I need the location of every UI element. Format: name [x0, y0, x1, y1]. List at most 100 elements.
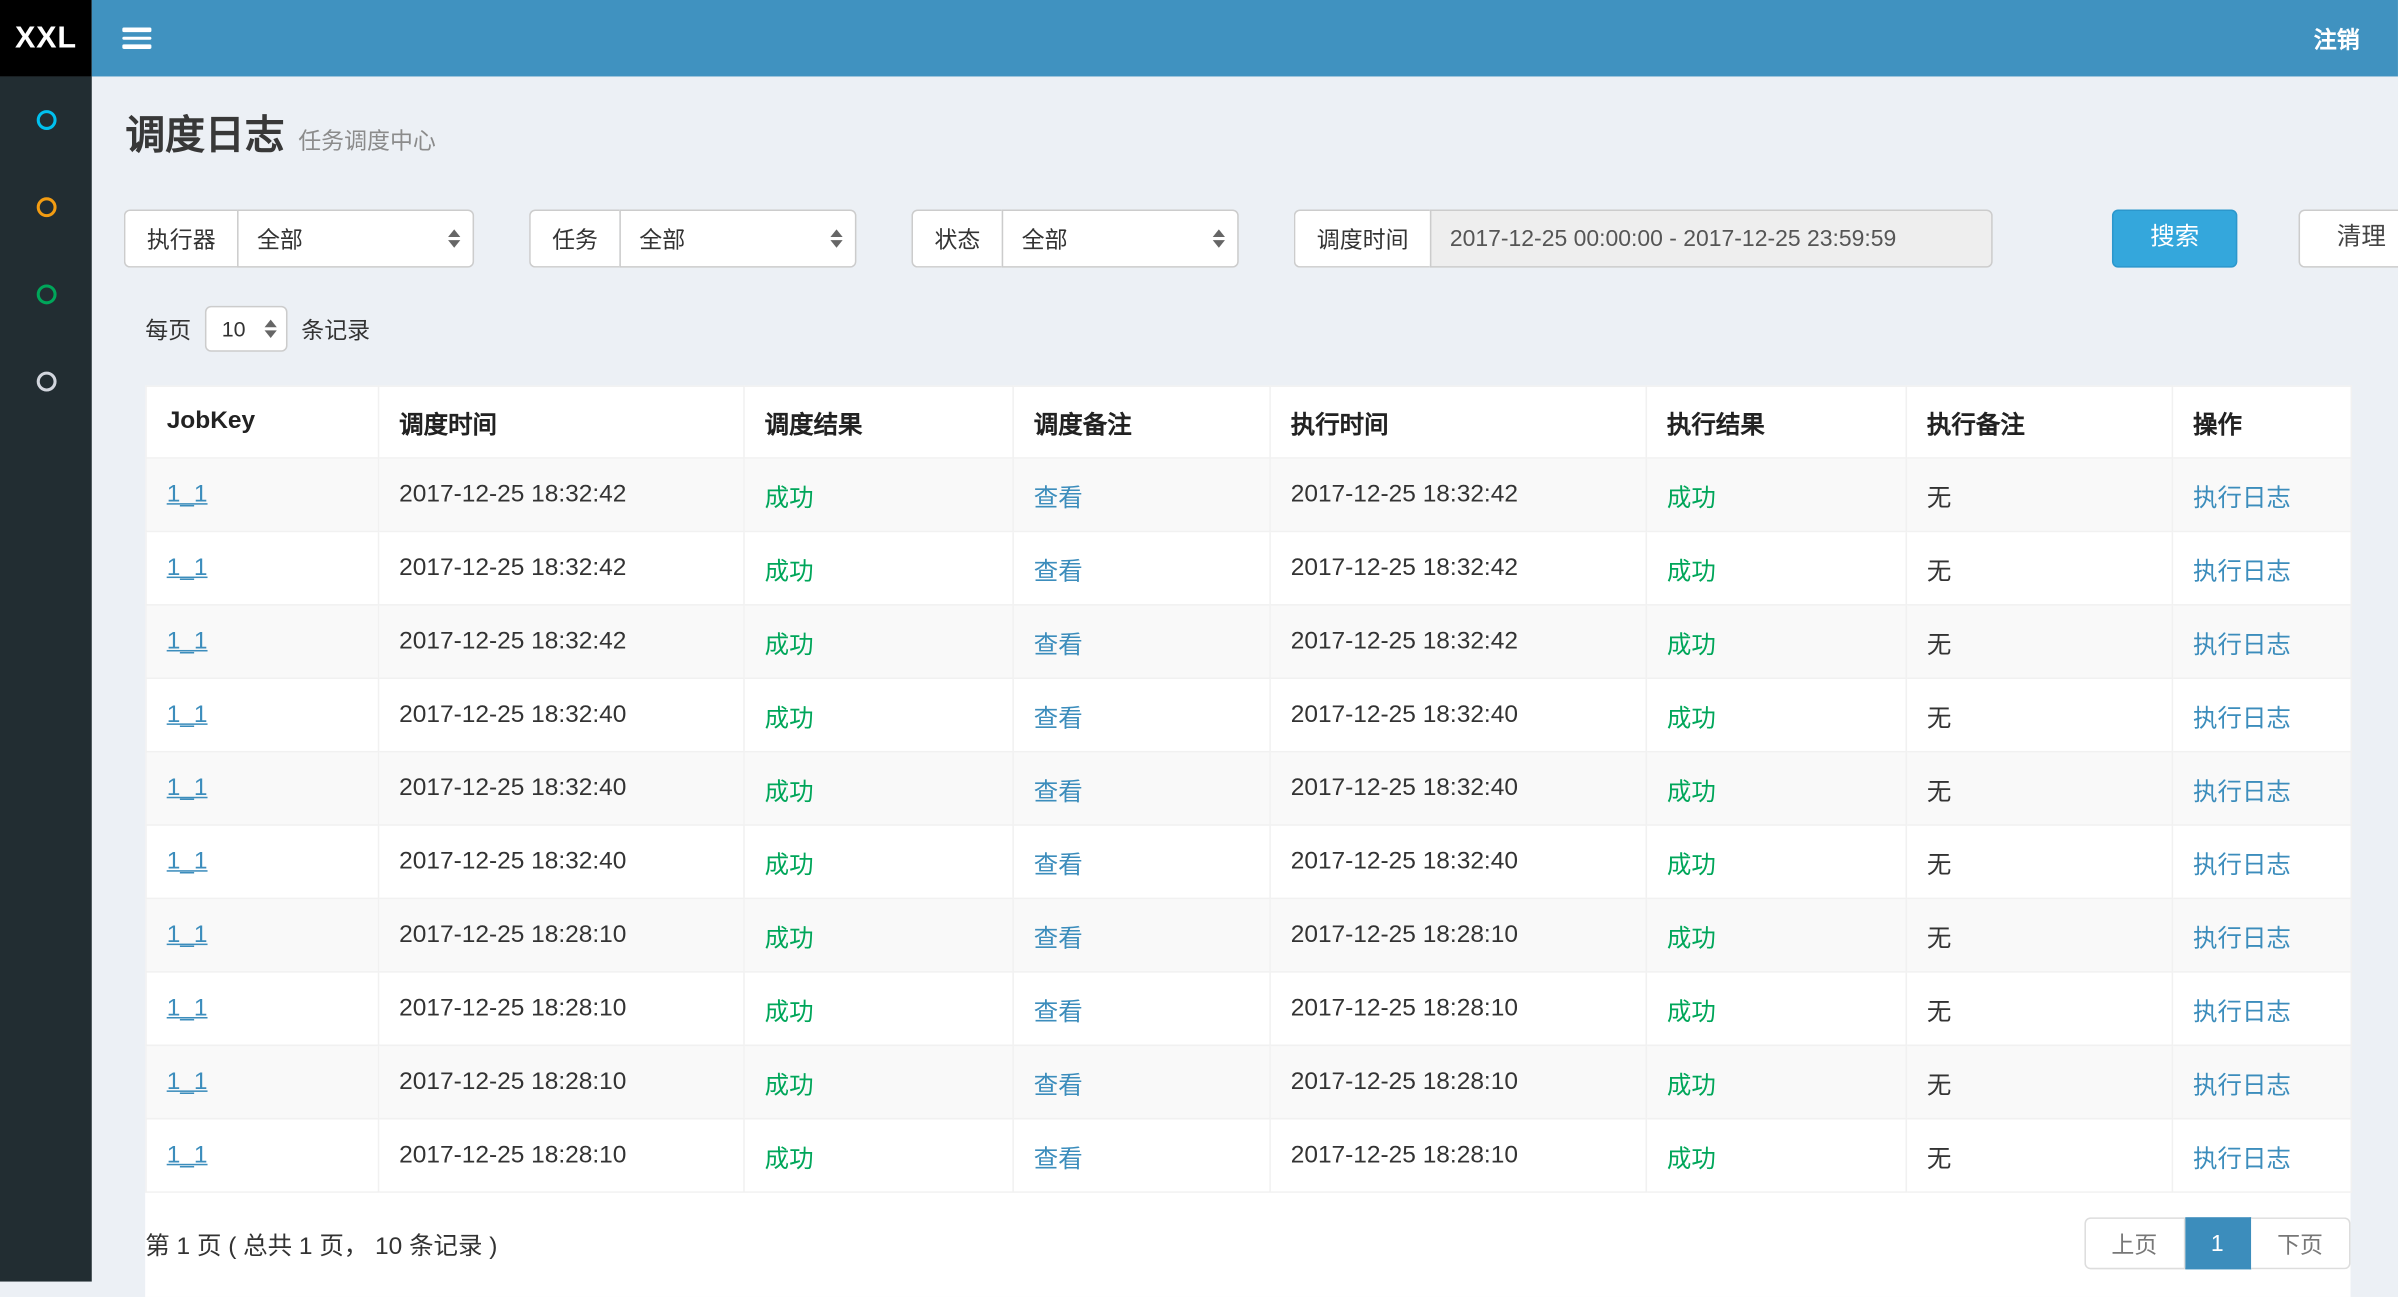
- trigger-time-cell: 2017-12-25 18:32:42: [379, 458, 745, 531]
- trigger-msg-link[interactable]: 查看: [1034, 559, 1083, 585]
- handle-msg-cell: 无: [1906, 1119, 2172, 1192]
- execution-log-link[interactable]: 执行日志: [2193, 999, 2291, 1025]
- trigger-msg-link[interactable]: 查看: [1034, 926, 1083, 952]
- page-size-value: 10: [222, 317, 246, 341]
- column-header-action[interactable]: 操作: [2172, 386, 2351, 458]
- handle-time-cell: 2017-12-25 18:28:10: [1270, 972, 1646, 1045]
- execution-log-link[interactable]: 执行日志: [2193, 632, 2291, 658]
- jobkey-cell: 1_1: [146, 825, 378, 898]
- next-page-button[interactable]: 下页: [2251, 1217, 2350, 1269]
- jobkey-link[interactable]: 1_1: [167, 1142, 208, 1168]
- execution-log-link[interactable]: 执行日志: [2193, 559, 2291, 585]
- logout-link[interactable]: 注销: [2314, 22, 2360, 54]
- jobkey-link[interactable]: 1_1: [167, 481, 208, 507]
- execution-log-link[interactable]: 执行日志: [2193, 926, 2291, 952]
- sidebar-item-1[interactable]: [0, 76, 92, 163]
- jobkey-link[interactable]: 1_1: [167, 995, 208, 1021]
- page-number-button[interactable]: 1: [2185, 1217, 2251, 1269]
- pagination-summary: 第 1 页 ( 总共 1 页， 10 条记录 ): [145, 1225, 497, 1262]
- trigger-msg-link[interactable]: 查看: [1034, 1146, 1083, 1172]
- trigger-result-cell: 成功: [744, 972, 1013, 1045]
- trigger-result-cell: 成功: [744, 531, 1013, 604]
- status-filter-group: 状态 全部: [912, 210, 1239, 268]
- select-arrows-icon: [448, 229, 460, 247]
- column-header-trigger-msg[interactable]: 调度备注: [1013, 386, 1270, 458]
- sidebar-toggle-icon[interactable]: [122, 23, 151, 53]
- executor-filter-value: 全部: [257, 223, 303, 255]
- trigger-msg-link[interactable]: 查看: [1034, 999, 1083, 1025]
- select-arrows-icon: [265, 320, 277, 338]
- handle-time-cell: 2017-12-25 18:32:40: [1270, 752, 1646, 825]
- column-header-handle-msg[interactable]: 执行备注: [1906, 386, 2172, 458]
- jobkey-link[interactable]: 1_1: [167, 701, 208, 727]
- sidebar-item-2[interactable]: [0, 164, 92, 251]
- column-header-handle-time[interactable]: 执行时间: [1270, 386, 1646, 458]
- action-cell: 执行日志: [2172, 458, 2351, 531]
- table-row: 1_1 2017-12-25 18:28:10 成功 查看 2017-12-25…: [146, 898, 2351, 971]
- trigger-msg-link[interactable]: 查看: [1034, 486, 1083, 512]
- action-cell: 执行日志: [2172, 898, 2351, 971]
- execution-log-link[interactable]: 执行日志: [2193, 853, 2291, 879]
- column-header-jobkey[interactable]: JobKey: [146, 386, 378, 458]
- handle-msg-cell: 无: [1906, 458, 2172, 531]
- jobkey-link[interactable]: 1_1: [167, 628, 208, 654]
- jobkey-cell: 1_1: [146, 678, 378, 751]
- search-button[interactable]: 搜索: [2112, 210, 2237, 268]
- page-size-select[interactable]: 10: [205, 306, 288, 352]
- trigger-time-cell: 2017-12-25 18:28:10: [379, 898, 745, 971]
- job-filter-value: 全部: [639, 223, 685, 255]
- handle-msg-cell: 无: [1906, 752, 2172, 825]
- table-row: 1_1 2017-12-25 18:28:10 成功 查看 2017-12-25…: [146, 1045, 2351, 1118]
- filter-bar: 执行器 全部 任务 全部 状态 全部: [124, 210, 2366, 268]
- trigger-msg-link[interactable]: 查看: [1034, 632, 1083, 658]
- jobkey-link[interactable]: 1_1: [167, 921, 208, 947]
- trigger-msg-cell: 查看: [1013, 531, 1270, 604]
- column-header-handle-result[interactable]: 执行结果: [1646, 386, 1906, 458]
- jobkey-link[interactable]: 1_1: [167, 848, 208, 874]
- trigger-msg-cell: 查看: [1013, 972, 1270, 1045]
- action-cell: 执行日志: [2172, 1119, 2351, 1192]
- action-cell: 执行日志: [2172, 825, 2351, 898]
- execution-log-link[interactable]: 执行日志: [2193, 1073, 2291, 1099]
- handle-time-cell: 2017-12-25 18:32:40: [1270, 678, 1646, 751]
- jobkey-link[interactable]: 1_1: [167, 1068, 208, 1094]
- handle-msg-cell: 无: [1906, 1045, 2172, 1118]
- status-filter-select[interactable]: 全部: [1002, 210, 1239, 268]
- jobkey-cell: 1_1: [146, 972, 378, 1045]
- trigger-time-range-input[interactable]: [1430, 210, 1993, 268]
- handle-result-cell: 成功: [1646, 605, 1906, 678]
- execution-log-link[interactable]: 执行日志: [2193, 706, 2291, 732]
- trigger-result-cell: 成功: [744, 898, 1013, 971]
- execution-log-link[interactable]: 执行日志: [2193, 779, 2291, 805]
- execution-log-link[interactable]: 执行日志: [2193, 1146, 2291, 1172]
- trigger-msg-link[interactable]: 查看: [1034, 779, 1083, 805]
- trigger-msg-link[interactable]: 查看: [1034, 853, 1083, 879]
- trigger-result-cell: 成功: [744, 458, 1013, 531]
- execution-log-link[interactable]: 执行日志: [2193, 486, 2291, 512]
- jobkey-link[interactable]: 1_1: [167, 775, 208, 801]
- clear-button[interactable]: 清理: [2299, 210, 2398, 268]
- column-header-trigger-result[interactable]: 调度结果: [744, 386, 1013, 458]
- action-cell: 执行日志: [2172, 752, 2351, 825]
- handle-result-cell: 成功: [1646, 898, 1906, 971]
- handle-time-cell: 2017-12-25 18:28:10: [1270, 898, 1646, 971]
- jobkey-cell: 1_1: [146, 605, 378, 678]
- handle-msg-cell: 无: [1906, 678, 2172, 751]
- select-arrows-icon: [830, 229, 842, 247]
- handle-result-cell: 成功: [1646, 825, 1906, 898]
- job-filter-select[interactable]: 全部: [619, 210, 856, 268]
- sidebar: [0, 76, 92, 1281]
- executor-filter-select[interactable]: 全部: [237, 210, 474, 268]
- trigger-msg-cell: 查看: [1013, 605, 1270, 678]
- page-title: 调度日志: [125, 112, 284, 158]
- sidebar-item-4[interactable]: [0, 338, 92, 425]
- trigger-msg-link[interactable]: 查看: [1034, 1073, 1083, 1099]
- trigger-result-cell: 成功: [744, 752, 1013, 825]
- handle-result-cell: 成功: [1646, 1045, 1906, 1118]
- trigger-msg-link[interactable]: 查看: [1034, 706, 1083, 732]
- prev-page-button[interactable]: 上页: [2084, 1217, 2185, 1269]
- sidebar-item-3[interactable]: [0, 251, 92, 338]
- trigger-msg-cell: 查看: [1013, 458, 1270, 531]
- column-header-trigger-time[interactable]: 调度时间: [379, 386, 745, 458]
- jobkey-link[interactable]: 1_1: [167, 554, 208, 580]
